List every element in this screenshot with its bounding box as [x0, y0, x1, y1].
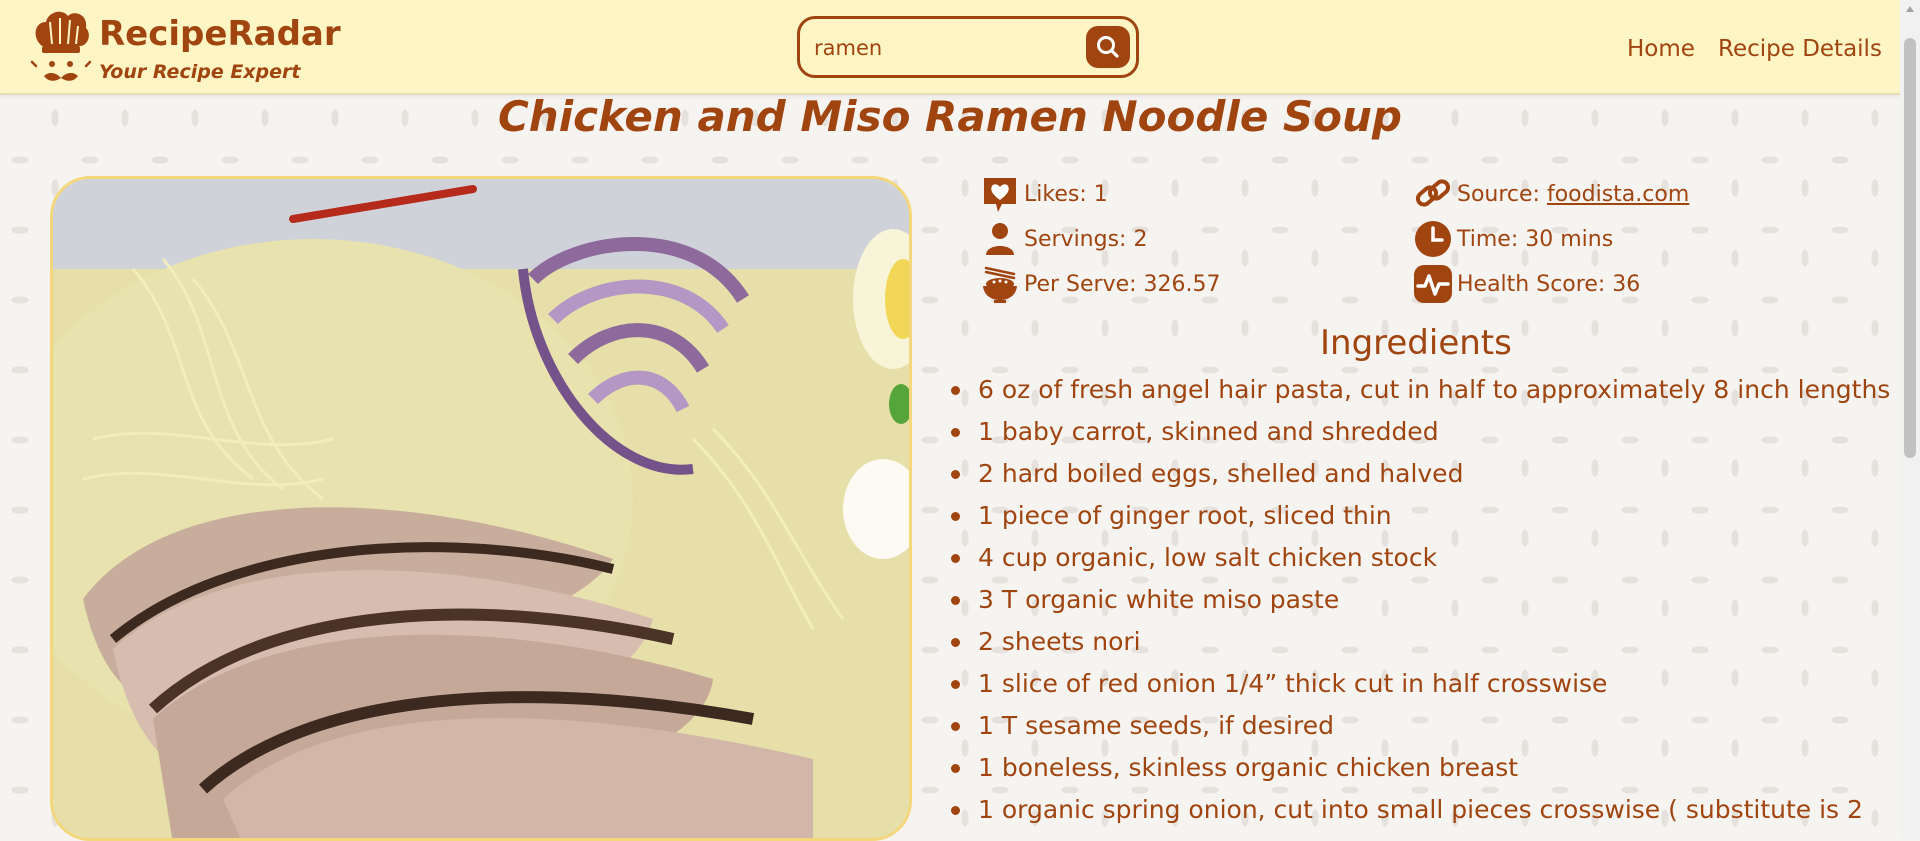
scrollbar-thumb[interactable] [1904, 38, 1916, 458]
list-item: 3 T organic white miso paste [948, 579, 1890, 621]
health-score-label: Health Score: 36 [1457, 271, 1641, 297]
page-scrollbar[interactable] [1900, 0, 1920, 839]
time-label: Time: 30 mins [1457, 226, 1614, 252]
list-item: 4 cup organic, low salt chicken stock [948, 537, 1890, 579]
servings-label: Servings: 2 [1024, 226, 1148, 252]
nav-recipe-details-link[interactable]: Recipe Details [1718, 36, 1882, 62]
search-button[interactable] [1086, 26, 1130, 68]
source-stat: Source: foodista.com [1413, 174, 1689, 214]
heartbeat-icon [1414, 265, 1452, 303]
servings-stat: Servings: 2 [980, 219, 1147, 259]
list-item: 1 boneless, skinless organic chicken bre… [948, 747, 1890, 789]
list-item: 1 baby carrot, skinned and shredded [948, 411, 1890, 453]
list-item: 2 sheets nori [948, 621, 1890, 663]
nav-home-link[interactable]: Home [1627, 36, 1695, 62]
likes-label: Likes: 1 [1024, 181, 1108, 207]
ingredients-heading: Ingredients [1320, 323, 1512, 363]
list-item: 1 slice of red onion 1/4” thick cut in h… [948, 663, 1890, 705]
source-link[interactable]: foodista.com [1547, 182, 1689, 207]
heart-icon [984, 178, 1016, 212]
list-item: 1 T sesame seeds, if desired [948, 705, 1890, 747]
search-input[interactable] [812, 29, 1066, 67]
likes-stat: Likes: 1 [980, 174, 1108, 214]
person-icon [986, 223, 1014, 255]
list-item: 1 piece of ginger root, sliced thin [948, 495, 1890, 537]
recipe-title: Chicken and Miso Ramen Noodle Soup [497, 92, 1402, 141]
scroll-up-arrow-icon[interactable] [1906, 6, 1914, 12]
chef-hat-icon[interactable] [30, 8, 92, 88]
time-stat: Time: 30 mins [1413, 219, 1613, 259]
brand-tagline: Your Recipe Expert [99, 61, 301, 83]
search-icon [1097, 36, 1119, 58]
list-item: 6 oz of fresh angel hair pasta, cut in h… [948, 369, 1890, 411]
bowl-icon [983, 266, 1017, 303]
list-item: 2 hard boiled eggs, shelled and halved [948, 453, 1890, 495]
list-item: 1 organic spring onion, cut into small p… [948, 789, 1890, 831]
source-prefix: Source: [1457, 181, 1547, 207]
header: RecipeRadar Your Recipe Expert Home Reci… [0, 0, 1900, 95]
search-bar [797, 16, 1139, 78]
ingredients-list: 6 oz of fresh angel hair pasta, cut in h… [948, 369, 1890, 831]
recipe-image [50, 176, 912, 841]
per-serve-stat: Per Serve: 326.57 [980, 264, 1221, 304]
brand-name[interactable]: RecipeRadar [99, 14, 341, 54]
health-score-stat: Health Score: 36 [1413, 264, 1640, 304]
per-serve-label: Per Serve: 326.57 [1024, 271, 1221, 297]
clock-icon [1415, 221, 1451, 257]
link-icon [1415, 179, 1451, 207]
